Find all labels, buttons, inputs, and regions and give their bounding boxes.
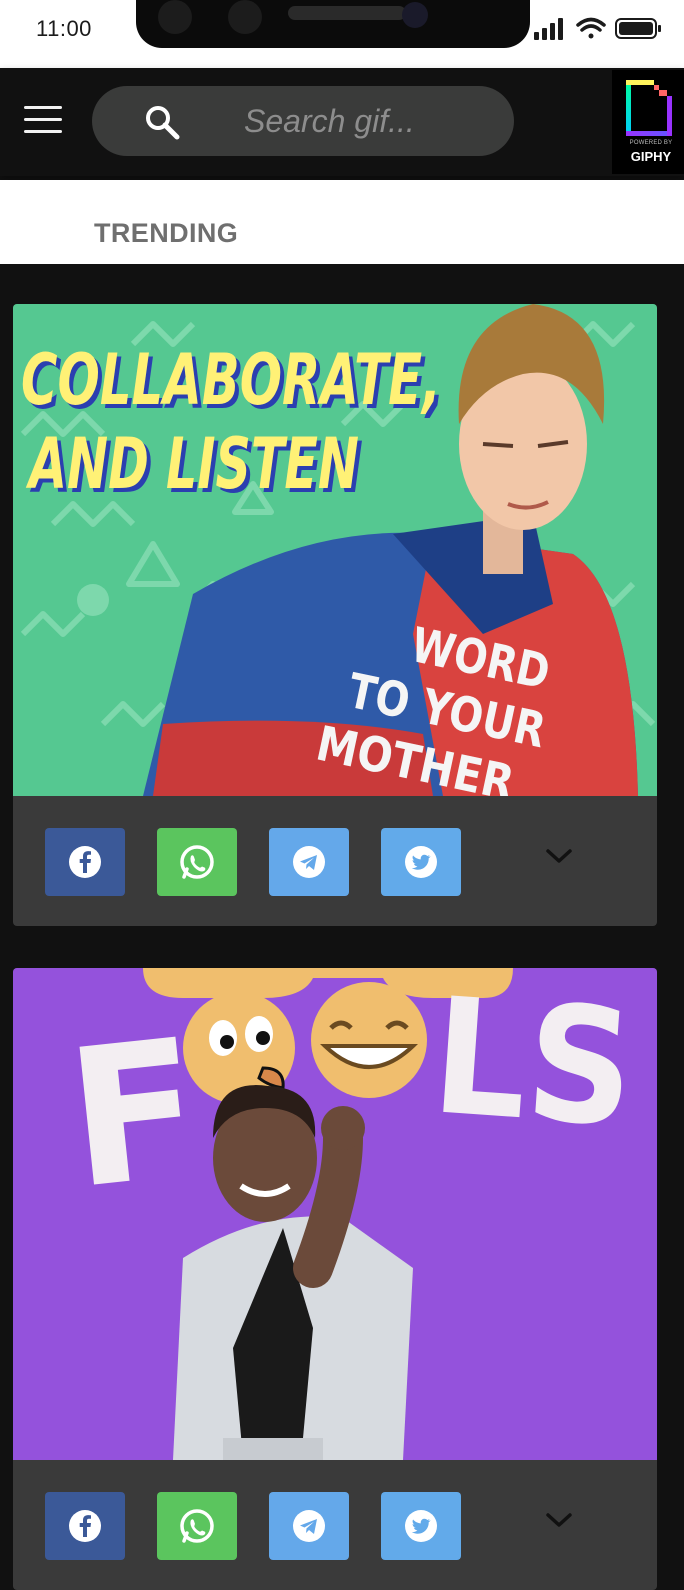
facebook-icon: [69, 846, 101, 878]
telegram-icon: [293, 846, 325, 878]
share-facebook-button[interactable]: [45, 828, 125, 896]
signal-icon: [534, 18, 563, 40]
giphy-logo-icon: [626, 80, 672, 136]
giphy-badge[interactable]: POWERED BY GIPHY: [612, 70, 684, 174]
search-input[interactable]: [242, 98, 496, 144]
telegram-icon: [293, 1510, 325, 1542]
share-telegram-button[interactable]: [269, 828, 349, 896]
share-whatsapp-button[interactable]: [157, 828, 237, 896]
search-icon[interactable]: [144, 104, 180, 140]
search-bar[interactable]: [92, 86, 514, 156]
tab-trending[interactable]: TRENDING: [94, 218, 238, 249]
share-twitter-button[interactable]: [381, 828, 461, 896]
facebook-icon: [69, 1510, 101, 1542]
share-row: [13, 1460, 657, 1590]
chevron-down-icon[interactable]: [545, 848, 573, 866]
twitter-icon: [405, 1510, 437, 1542]
gif-image[interactable]: F LS: [13, 968, 657, 1460]
giphy-label: GIPHY: [630, 149, 672, 164]
svg-text:AND LISTEN: AND LISTEN: [25, 423, 359, 505]
wifi-icon: [576, 17, 606, 39]
tab-bar: TRENDING: [0, 180, 684, 264]
battery-icon: [615, 18, 661, 39]
device-notch: [136, 0, 530, 48]
whatsapp-icon: [180, 1509, 214, 1543]
chevron-down-icon[interactable]: [545, 1512, 573, 1530]
status-time: 11:00: [36, 16, 92, 41]
gif-caption-letters-ls: LS: [427, 968, 640, 1163]
share-telegram-button[interactable]: [269, 1492, 349, 1560]
gif-card: F LS: [13, 968, 657, 1590]
share-facebook-button[interactable]: [45, 1492, 125, 1560]
whatsapp-icon: [180, 845, 214, 879]
share-row: [13, 796, 657, 926]
status-bar: 11:00: [0, 0, 684, 68]
app-header: POWERED BY GIPHY: [0, 68, 684, 176]
gif-image[interactable]: COLLABORATE, COLLABORATE, AND LISTEN AND…: [13, 304, 657, 796]
svg-text:COLLABORATE,: COLLABORATE,: [21, 339, 441, 421]
share-whatsapp-button[interactable]: [157, 1492, 237, 1560]
twitter-icon: [405, 846, 437, 878]
menu-icon[interactable]: [24, 106, 62, 134]
share-twitter-button[interactable]: [381, 1492, 461, 1560]
status-icons: [534, 14, 664, 42]
gif-card: COLLABORATE, COLLABORATE, AND LISTEN AND…: [13, 304, 657, 926]
powered-by-label: POWERED BY: [629, 140, 673, 146]
